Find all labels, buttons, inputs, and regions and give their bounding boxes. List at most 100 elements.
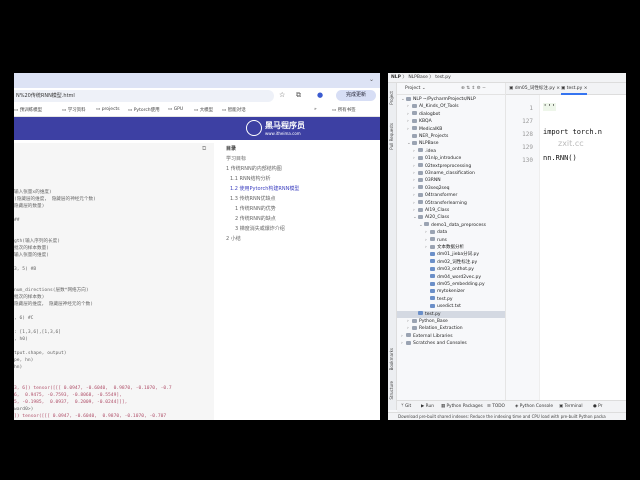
tree-file[interactable]: mytokenizer — [397, 288, 505, 295]
toc-link[interactable]: 学习目标 — [226, 155, 246, 162]
tree-file[interactable]: usedict.txt — [397, 303, 505, 310]
browser-window: ⌄ N%20传统RNN模型.html ☆ ⧉ ● 完成更新 ▭ 预训练模型 ▭ … — [14, 73, 380, 420]
folder-icon — [418, 192, 423, 197]
tree-folder[interactable]: › Relation_Extraction — [397, 325, 505, 332]
code-line[interactable]: nn.RNN() — [543, 154, 577, 162]
tree-folder[interactable]: › data — [397, 229, 505, 236]
tree-file[interactable]: test.py — [397, 310, 505, 318]
tree-file[interactable]: dm02_词性标注.py — [397, 259, 505, 266]
folder-icon — [412, 126, 417, 131]
code-line[interactable]: ''' — [543, 103, 556, 111]
tab-search-chevron-icon[interactable]: ⌄ — [369, 76, 374, 83]
folder-icon — [418, 148, 423, 153]
toc-link[interactable]: 1.3 传统RNN优缺点 — [230, 195, 276, 202]
file-icon — [430, 288, 435, 293]
tree-item-label: test.py — [425, 311, 441, 317]
tree-folder[interactable]: › 03RNN — [397, 177, 505, 184]
tree-file[interactable]: dm01_jieba分词.py — [397, 251, 505, 258]
code-line: 输入张量的维度) — [14, 253, 49, 258]
toc-link-active[interactable]: 1.2 使用Pytorch构建RNN模型 — [230, 185, 299, 192]
bookmark-item[interactable]: ▭ Pytorch使用 — [128, 107, 160, 113]
tree-folder[interactable]: › .idea — [397, 148, 505, 155]
tree-folder[interactable]: › 04transformer — [397, 192, 505, 199]
code-line: (隐藏层的维度， 隐藏层的神经元个数) — [14, 197, 96, 202]
bookmark-item[interactable]: ▭ 大模型 — [194, 107, 213, 113]
tree-folder[interactable]: › 02textpreprocessing — [397, 163, 505, 170]
tree-folder[interactable]: › 01nlp_introduce — [397, 155, 505, 162]
project-tool-button[interactable]: Project — [389, 91, 394, 105]
tree-folder[interactable]: › MedicalKB — [397, 126, 505, 133]
code-line: gth(输入序列的长度) — [14, 239, 60, 244]
tree-file[interactable]: dm03_onthot.py — [397, 266, 505, 273]
file-icon — [430, 296, 435, 301]
tree-item-label: dm05_embedding.py — [437, 282, 485, 287]
tree-item-label: NLP ~/PycharmProjects/NLP — [413, 97, 476, 102]
bookmark-item[interactable]: ▭ 智能对话 — [222, 107, 246, 113]
editor-tab-active[interactable]: ▣ test.py × — [561, 83, 588, 95]
tree-item-label: runs — [437, 237, 447, 243]
tree-folder[interactable]: ⌄ AI20_Class — [397, 214, 505, 221]
toc-link[interactable]: 2 传统RNN的缺点 — [235, 215, 276, 222]
folder-icon — [406, 333, 411, 338]
all-bookmarks[interactable]: ▭ 所有书签 — [332, 107, 356, 113]
tree-folder[interactable]: ⌄ demo1_data_preprocess — [397, 222, 505, 229]
bookmarks-tool-button[interactable]: Bookmarks — [389, 348, 394, 370]
logo-emblem-icon — [246, 120, 262, 136]
tree-file[interactable]: test.py — [397, 296, 505, 303]
file-icon — [430, 281, 435, 286]
pull-requests-tool-button[interactable]: Pull Requests — [389, 123, 394, 150]
tree-folder[interactable]: › dialogbot — [397, 111, 505, 118]
bookmark-item[interactable]: ▭ 学习资料 — [62, 107, 86, 113]
tree-folder[interactable]: › Python_Base — [397, 318, 505, 325]
code-line: ## — [14, 218, 20, 223]
bookmark-star-icon[interactable]: ☆ — [279, 91, 285, 100]
tree-folder[interactable]: › KBQA — [397, 118, 505, 125]
update-button[interactable]: 完成更新 — [336, 90, 376, 101]
tree-file[interactable]: dm04_word2vec.py — [397, 274, 505, 281]
tree-folder[interactable]: › External Libraries — [397, 333, 505, 340]
extensions-icon[interactable]: ⧉ — [296, 91, 301, 100]
tree-folder[interactable]: ⌄ NLPBase — [397, 140, 505, 147]
toc-link[interactable]: 1.1 RNN结构分析 — [230, 175, 271, 182]
more-bookmarks-icon[interactable]: » — [314, 107, 317, 112]
folder-icon — [412, 103, 417, 108]
tree-file[interactable]: dm05_embedding.py — [397, 281, 505, 288]
folder-icon — [406, 340, 411, 345]
logo-subtitle: www.itheima.com — [265, 131, 301, 136]
toc-link[interactable]: 1 传统RNN的优势 — [235, 205, 276, 212]
code-line[interactable]: import torch.n — [543, 128, 602, 136]
tree-folder[interactable]: › runs — [397, 237, 505, 244]
breadcrumb-item[interactable]: NLP — [391, 75, 401, 80]
structure-tool-button[interactable]: Structure — [389, 381, 394, 400]
tree-folder[interactable]: NER_Projects — [397, 133, 505, 140]
folder-icon — [418, 163, 423, 168]
tree-folder[interactable]: › AI_Kinds_Of_Tools — [397, 103, 505, 110]
toc-link[interactable]: 2 小结 — [226, 235, 241, 242]
panel-toolbar-icons[interactable]: ⊕ ⇅ ⇕ ⚙ − — [461, 83, 486, 95]
pycharm-window: NLP 〉 NLPBase 〉 test.py Project Pull Req… — [388, 73, 626, 420]
toc-link[interactable]: 3 梯度消失或爆炸介绍 — [235, 225, 285, 232]
tree-item-label: 03name_classification — [425, 171, 475, 176]
tree-item-label: 04transformer — [425, 193, 458, 199]
tree-folder[interactable]: › AI19_Class — [397, 207, 505, 214]
tree-folder[interactable]: ⌄ NLP ~/PycharmProjects/NLP — [397, 96, 505, 103]
profile-icon[interactable]: ● — [317, 91, 323, 100]
tree-item-label: demo1_data_preprocess — [431, 222, 486, 228]
project-view-selector[interactable]: Project — [405, 86, 420, 91]
copy-icon[interactable]: ⧉ — [202, 145, 206, 153]
tree-folder[interactable]: › 文本数据分析 — [397, 244, 505, 251]
tree-folder[interactable]: › 03name_classification — [397, 170, 505, 177]
toc-link[interactable]: 1 传统RNN的内部结构图 — [226, 165, 282, 172]
breadcrumb-item[interactable]: NLPBase — [408, 75, 428, 80]
code-line: 批次的样本数) — [14, 295, 45, 300]
code-line: , h0) — [14, 337, 28, 342]
tree-folder[interactable]: › 05transferlearning — [397, 200, 505, 207]
bookmark-item[interactable]: ▭ 预训练模型 — [14, 107, 42, 113]
tree-folder[interactable]: › 03seq2seq — [397, 185, 505, 192]
url-input[interactable]: N%20传统RNN模型.html — [14, 90, 274, 102]
tree-folder[interactable]: › Scratches and Consoles — [397, 340, 505, 347]
editor-tab[interactable]: ▣ dm05_词性标注.py × — [509, 83, 560, 95]
bookmark-item[interactable]: ▭ projects — [96, 107, 120, 112]
breadcrumb-item[interactable]: test.py — [435, 75, 451, 80]
bookmark-item[interactable]: ▭ GPU — [168, 107, 183, 112]
